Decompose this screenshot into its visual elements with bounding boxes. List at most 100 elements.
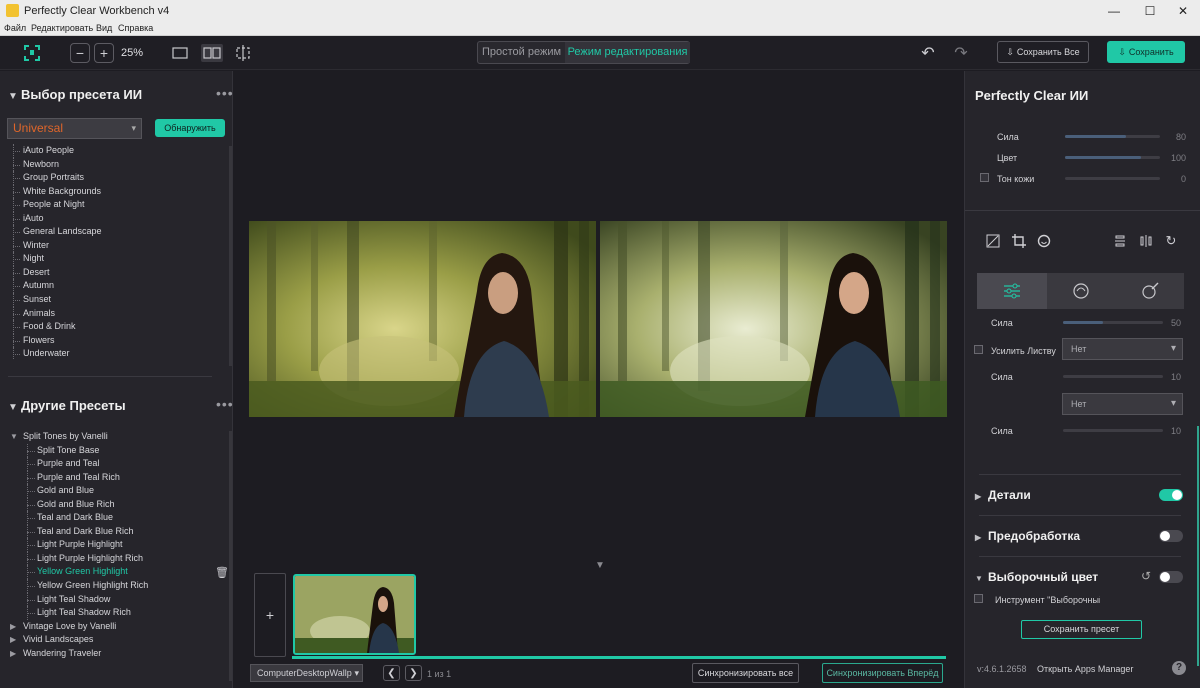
tab-effects[interactable] bbox=[1115, 273, 1184, 309]
menu-file[interactable]: Файл bbox=[4, 23, 26, 33]
ai-list-scrollbar[interactable] bbox=[229, 146, 232, 366]
trash-icon[interactable]: 🗑 bbox=[215, 566, 229, 579]
preset-item-selected[interactable]: Yellow Green Highlight bbox=[10, 565, 225, 579]
flip-vertical-icon[interactable] bbox=[1112, 233, 1128, 249]
preset-item[interactable]: Teal and Dark Blue Rich bbox=[10, 524, 225, 539]
zoom-out-button[interactable]: − bbox=[70, 43, 90, 63]
preset-item[interactable]: Yellow Green Highlight Rich bbox=[10, 579, 225, 593]
ai-preset-item[interactable]: People at Night bbox=[10, 198, 225, 212]
split-view-icon[interactable] bbox=[201, 44, 223, 62]
preset-group[interactable]: ▶ Vintage Love by Vanelli bbox=[10, 620, 225, 634]
ai-preset-item[interactable]: General Landscape bbox=[10, 225, 225, 239]
right-scrollbar[interactable] bbox=[1197, 426, 1199, 666]
preprocess-header[interactable]: ▶ Предобработка bbox=[975, 529, 1080, 543]
reset-icon[interactable]: ↺ bbox=[1139, 569, 1153, 583]
save-all-button[interactable]: ⇩ Сохранить Все bbox=[997, 41, 1089, 63]
after-image[interactable] bbox=[600, 221, 947, 417]
preset-item[interactable]: Light Teal Shadow Rich bbox=[10, 606, 225, 620]
selective-tool-checkbox[interactable] bbox=[974, 594, 983, 603]
ai-preset-item[interactable]: Autumn bbox=[10, 279, 225, 293]
redo-icon[interactable]: ↷ bbox=[951, 44, 971, 62]
details-header[interactable]: ▶ Детали bbox=[975, 488, 1031, 502]
menu-view[interactable]: Вид bbox=[96, 23, 112, 33]
expand-triangle-icon[interactable]: ▶ bbox=[10, 620, 23, 634]
ai-preset-item[interactable]: Food & Drink bbox=[10, 320, 225, 334]
edit-mode-tab[interactable]: Режим редактирования bbox=[565, 42, 690, 63]
ai-preset-item[interactable]: Group Portraits bbox=[10, 171, 225, 185]
ai-preset-item[interactable]: iAuto bbox=[10, 211, 225, 226]
preset-item[interactable]: Split Tone Base bbox=[10, 443, 225, 458]
ai-preset-item[interactable]: Newborn bbox=[10, 157, 225, 172]
crop-view-icon[interactable] bbox=[233, 44, 253, 62]
undo-icon[interactable]: ↶ bbox=[918, 44, 938, 62]
crop-icon[interactable] bbox=[1011, 233, 1027, 249]
curves-icon[interactable] bbox=[985, 233, 1001, 249]
ai-preset-item[interactable]: Desert bbox=[10, 265, 225, 280]
filmstrip-toggle-icon[interactable]: ▼ bbox=[595, 560, 605, 571]
sync-all-button[interactable]: Синхронизировать все bbox=[692, 663, 799, 683]
add-image-button[interactable]: + bbox=[254, 573, 286, 657]
ai-preset-item[interactable]: Winter bbox=[10, 238, 225, 253]
ai-preset-item[interactable]: Animals bbox=[10, 306, 225, 321]
preset-item[interactable]: Purple and Teal bbox=[10, 457, 225, 471]
preset-item[interactable]: Gold and Blue bbox=[10, 484, 225, 498]
selective-color-toggle[interactable] bbox=[1159, 571, 1183, 583]
preprocess-toggle[interactable] bbox=[1159, 530, 1183, 542]
preset-item[interactable]: Light Purple Highlight bbox=[10, 538, 225, 552]
face-icon[interactable] bbox=[1036, 233, 1052, 249]
foliage-checkbox[interactable] bbox=[974, 345, 983, 354]
ai-preset-item[interactable]: Night bbox=[10, 252, 225, 266]
strength3-slider[interactable] bbox=[1063, 429, 1163, 432]
zoom-in-button[interactable]: + bbox=[94, 43, 114, 63]
save-button[interactable]: ⇩ Сохранить bbox=[1107, 41, 1185, 63]
other-list-scrollbar[interactable] bbox=[229, 431, 232, 681]
ai-preset-header[interactable]: ▼ Выбор пресета ИИ bbox=[8, 87, 142, 102]
menu-help[interactable]: Справка bbox=[118, 23, 153, 33]
filmstrip-scrollbar[interactable] bbox=[292, 656, 946, 659]
tab-adjustments[interactable] bbox=[977, 273, 1047, 309]
tab-creative[interactable] bbox=[1047, 273, 1115, 309]
more-options-icon[interactable]: ••• bbox=[216, 85, 234, 101]
foliage-select[interactable]: Нет bbox=[1062, 338, 1183, 360]
second-select[interactable]: Нет bbox=[1062, 393, 1183, 415]
ai-preset-item[interactable]: iAuto People bbox=[10, 144, 225, 158]
expand-triangle-icon[interactable]: ▶ bbox=[10, 647, 23, 661]
skin-tone-checkbox[interactable] bbox=[980, 173, 989, 182]
next-image-button[interactable]: ❯ bbox=[405, 665, 422, 681]
more-options-icon[interactable]: ••• bbox=[216, 396, 234, 412]
flip-horizontal-icon[interactable] bbox=[1138, 233, 1154, 249]
app-logo-icon[interactable] bbox=[22, 43, 42, 63]
before-image[interactable] bbox=[249, 221, 596, 417]
minimize-button[interactable]: — bbox=[1097, 2, 1131, 20]
other-presets-header[interactable]: ▼ Другие Пресеты bbox=[8, 398, 126, 413]
ai-preset-item[interactable]: Underwater bbox=[10, 347, 225, 359]
preset-item[interactable]: Gold and Blue Rich bbox=[10, 497, 225, 512]
preset-group-split-tones[interactable]: ▼ Split Tones by Vanelli bbox=[10, 430, 225, 444]
single-view-icon[interactable] bbox=[171, 45, 189, 61]
simple-mode-tab[interactable]: Простой режим bbox=[478, 42, 565, 63]
preset-dropdown[interactable]: Universal ▾ bbox=[7, 118, 142, 139]
rotate-icon[interactable]: ↻ bbox=[1163, 233, 1179, 249]
help-icon[interactable]: ? bbox=[1172, 661, 1186, 675]
selective-color-header[interactable]: ▼ Выборочный цвет bbox=[975, 570, 1098, 584]
maximize-button[interactable]: ☐ bbox=[1133, 2, 1167, 20]
preset-item[interactable]: Light Teal Shadow bbox=[10, 592, 225, 607]
prev-image-button[interactable]: ❮ bbox=[383, 665, 400, 681]
preset-item[interactable]: Teal and Dark Blue bbox=[10, 511, 225, 525]
ai-preset-item[interactable]: Sunset bbox=[10, 293, 225, 307]
strength2-slider[interactable] bbox=[1063, 375, 1163, 378]
filmstrip-thumbnail[interactable] bbox=[293, 574, 416, 655]
sub-strength-slider[interactable] bbox=[1063, 321, 1163, 324]
preset-item[interactable]: Light Purple Highlight Rich bbox=[10, 551, 225, 566]
sync-forward-button[interactable]: Синхронизировать Вперёд bbox=[822, 663, 943, 683]
strength-slider[interactable] bbox=[1065, 135, 1160, 138]
menu-edit[interactable]: Редактировать bbox=[31, 23, 93, 33]
details-toggle[interactable] bbox=[1159, 489, 1183, 501]
save-preset-button[interactable]: Сохранить пресет bbox=[1021, 620, 1142, 639]
filename-dropdown[interactable]: ComputerDesktopWallp ▾ bbox=[250, 664, 363, 682]
collapse-triangle-icon[interactable]: ▼ bbox=[10, 430, 23, 444]
color-slider[interactable] bbox=[1065, 156, 1160, 159]
detect-button[interactable]: Обнаружить bbox=[155, 119, 225, 137]
ai-preset-item[interactable]: Flowers bbox=[10, 333, 225, 348]
skin-tone-slider[interactable] bbox=[1065, 177, 1160, 180]
